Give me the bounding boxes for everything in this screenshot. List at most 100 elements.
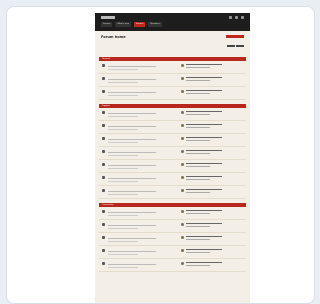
avatar[interactable]	[181, 176, 184, 179]
forum-icon	[102, 189, 105, 192]
nav-item-1[interactable]: Forums	[101, 22, 113, 27]
avatar[interactable]	[181, 189, 184, 192]
site-logo[interactable]	[101, 16, 115, 19]
forum-row[interactable]	[99, 246, 246, 259]
forum-description	[108, 225, 156, 226]
bell-icon[interactable]	[241, 16, 244, 19]
forum-section: Community	[99, 203, 246, 272]
forum-row[interactable]	[99, 108, 246, 121]
forum-title[interactable]	[108, 248, 168, 250]
last-post-title[interactable]	[186, 189, 222, 190]
nav-item-3[interactable]: Forums	[134, 22, 146, 27]
forum-title[interactable]	[108, 162, 168, 164]
forum-description	[108, 191, 156, 192]
avatar[interactable]	[181, 262, 184, 265]
forum-title[interactable]	[108, 123, 168, 125]
action-button-2[interactable]	[236, 45, 244, 47]
last-post-title[interactable]	[186, 176, 222, 177]
forum-row[interactable]	[99, 74, 246, 87]
forum-row[interactable]	[99, 61, 246, 74]
last-post-title[interactable]	[186, 77, 222, 78]
avatar[interactable]	[181, 111, 184, 114]
avatar[interactable]	[181, 124, 184, 127]
forum-row[interactable]	[99, 207, 246, 220]
forum-title[interactable]	[108, 89, 168, 91]
last-post-title[interactable]	[186, 223, 222, 224]
forum-section: General	[99, 57, 246, 100]
search-icon[interactable]	[229, 16, 232, 19]
avatar[interactable]	[181, 249, 184, 252]
page-header: Forum home	[95, 31, 250, 57]
forum-icon	[102, 249, 105, 252]
last-post-meta	[186, 239, 210, 240]
forum-row[interactable]	[99, 186, 246, 199]
forum-title[interactable]	[108, 149, 168, 151]
avatar[interactable]	[181, 210, 184, 213]
forum-title[interactable]	[108, 235, 168, 237]
last-post-title[interactable]	[186, 210, 222, 211]
action-button-1[interactable]	[227, 45, 235, 47]
forum-meta	[108, 241, 138, 242]
last-post-meta	[186, 226, 210, 227]
forum-title[interactable]	[108, 63, 168, 65]
forum-description	[108, 92, 156, 93]
user-icon[interactable]	[235, 16, 238, 19]
forum-title[interactable]	[108, 261, 168, 263]
forum-description	[108, 212, 156, 213]
forum-row[interactable]	[99, 220, 246, 233]
last-post-title[interactable]	[186, 137, 222, 138]
forum-icon	[102, 163, 105, 166]
forum-row[interactable]	[99, 134, 246, 147]
last-post-title[interactable]	[186, 262, 222, 263]
last-post-title[interactable]	[186, 150, 222, 151]
forum-meta	[108, 254, 138, 255]
forum-meta	[108, 142, 138, 143]
avatar[interactable]	[181, 90, 184, 93]
forum-meta	[108, 69, 138, 70]
avatar[interactable]	[181, 150, 184, 153]
forum-row[interactable]	[99, 259, 246, 272]
last-post-meta	[186, 166, 210, 167]
last-post-title[interactable]	[186, 236, 222, 237]
forum-meta	[108, 181, 138, 182]
new-post-button[interactable]	[226, 35, 244, 38]
last-post-meta	[186, 114, 210, 115]
nav-item-2[interactable]: What's new	[115, 22, 132, 27]
nav-item-4[interactable]: Members	[148, 22, 162, 27]
forum-row[interactable]	[99, 87, 246, 100]
forum-row[interactable]	[99, 233, 246, 246]
nav-menu: Forums What's new Forums Members	[101, 22, 162, 27]
forum-title[interactable]	[108, 76, 168, 78]
last-post-title[interactable]	[186, 90, 222, 91]
forum-meta	[108, 155, 138, 156]
forum-row[interactable]	[99, 160, 246, 173]
forum-row[interactable]	[99, 121, 246, 134]
forum-title[interactable]	[108, 188, 168, 190]
avatar[interactable]	[181, 236, 184, 239]
forum-row[interactable]	[99, 147, 246, 160]
forum-page-preview: Forums What's new Forums Members Forum h…	[95, 13, 250, 303]
forum-icon	[102, 111, 105, 114]
forum-title[interactable]	[108, 175, 168, 177]
last-post-title[interactable]	[186, 64, 222, 65]
forum-title[interactable]	[108, 209, 168, 211]
top-navigation-bar: Forums What's new Forums Members	[95, 13, 250, 31]
last-post-title[interactable]	[186, 124, 222, 125]
last-post-title[interactable]	[186, 163, 222, 164]
last-post-meta	[186, 140, 210, 141]
forum-title[interactable]	[108, 110, 168, 112]
avatar[interactable]	[181, 137, 184, 140]
forum-icon	[102, 64, 105, 67]
last-post-title[interactable]	[186, 249, 222, 250]
avatar[interactable]	[181, 223, 184, 226]
forum-row[interactable]	[99, 173, 246, 186]
forum-title[interactable]	[108, 222, 168, 224]
avatar[interactable]	[181, 64, 184, 67]
last-post-meta	[186, 179, 210, 180]
forum-title[interactable]	[108, 136, 168, 138]
forum-meta	[108, 82, 138, 83]
avatar[interactable]	[181, 77, 184, 80]
last-post-title[interactable]	[186, 111, 222, 112]
avatar[interactable]	[181, 163, 184, 166]
forum-meta	[108, 267, 138, 268]
